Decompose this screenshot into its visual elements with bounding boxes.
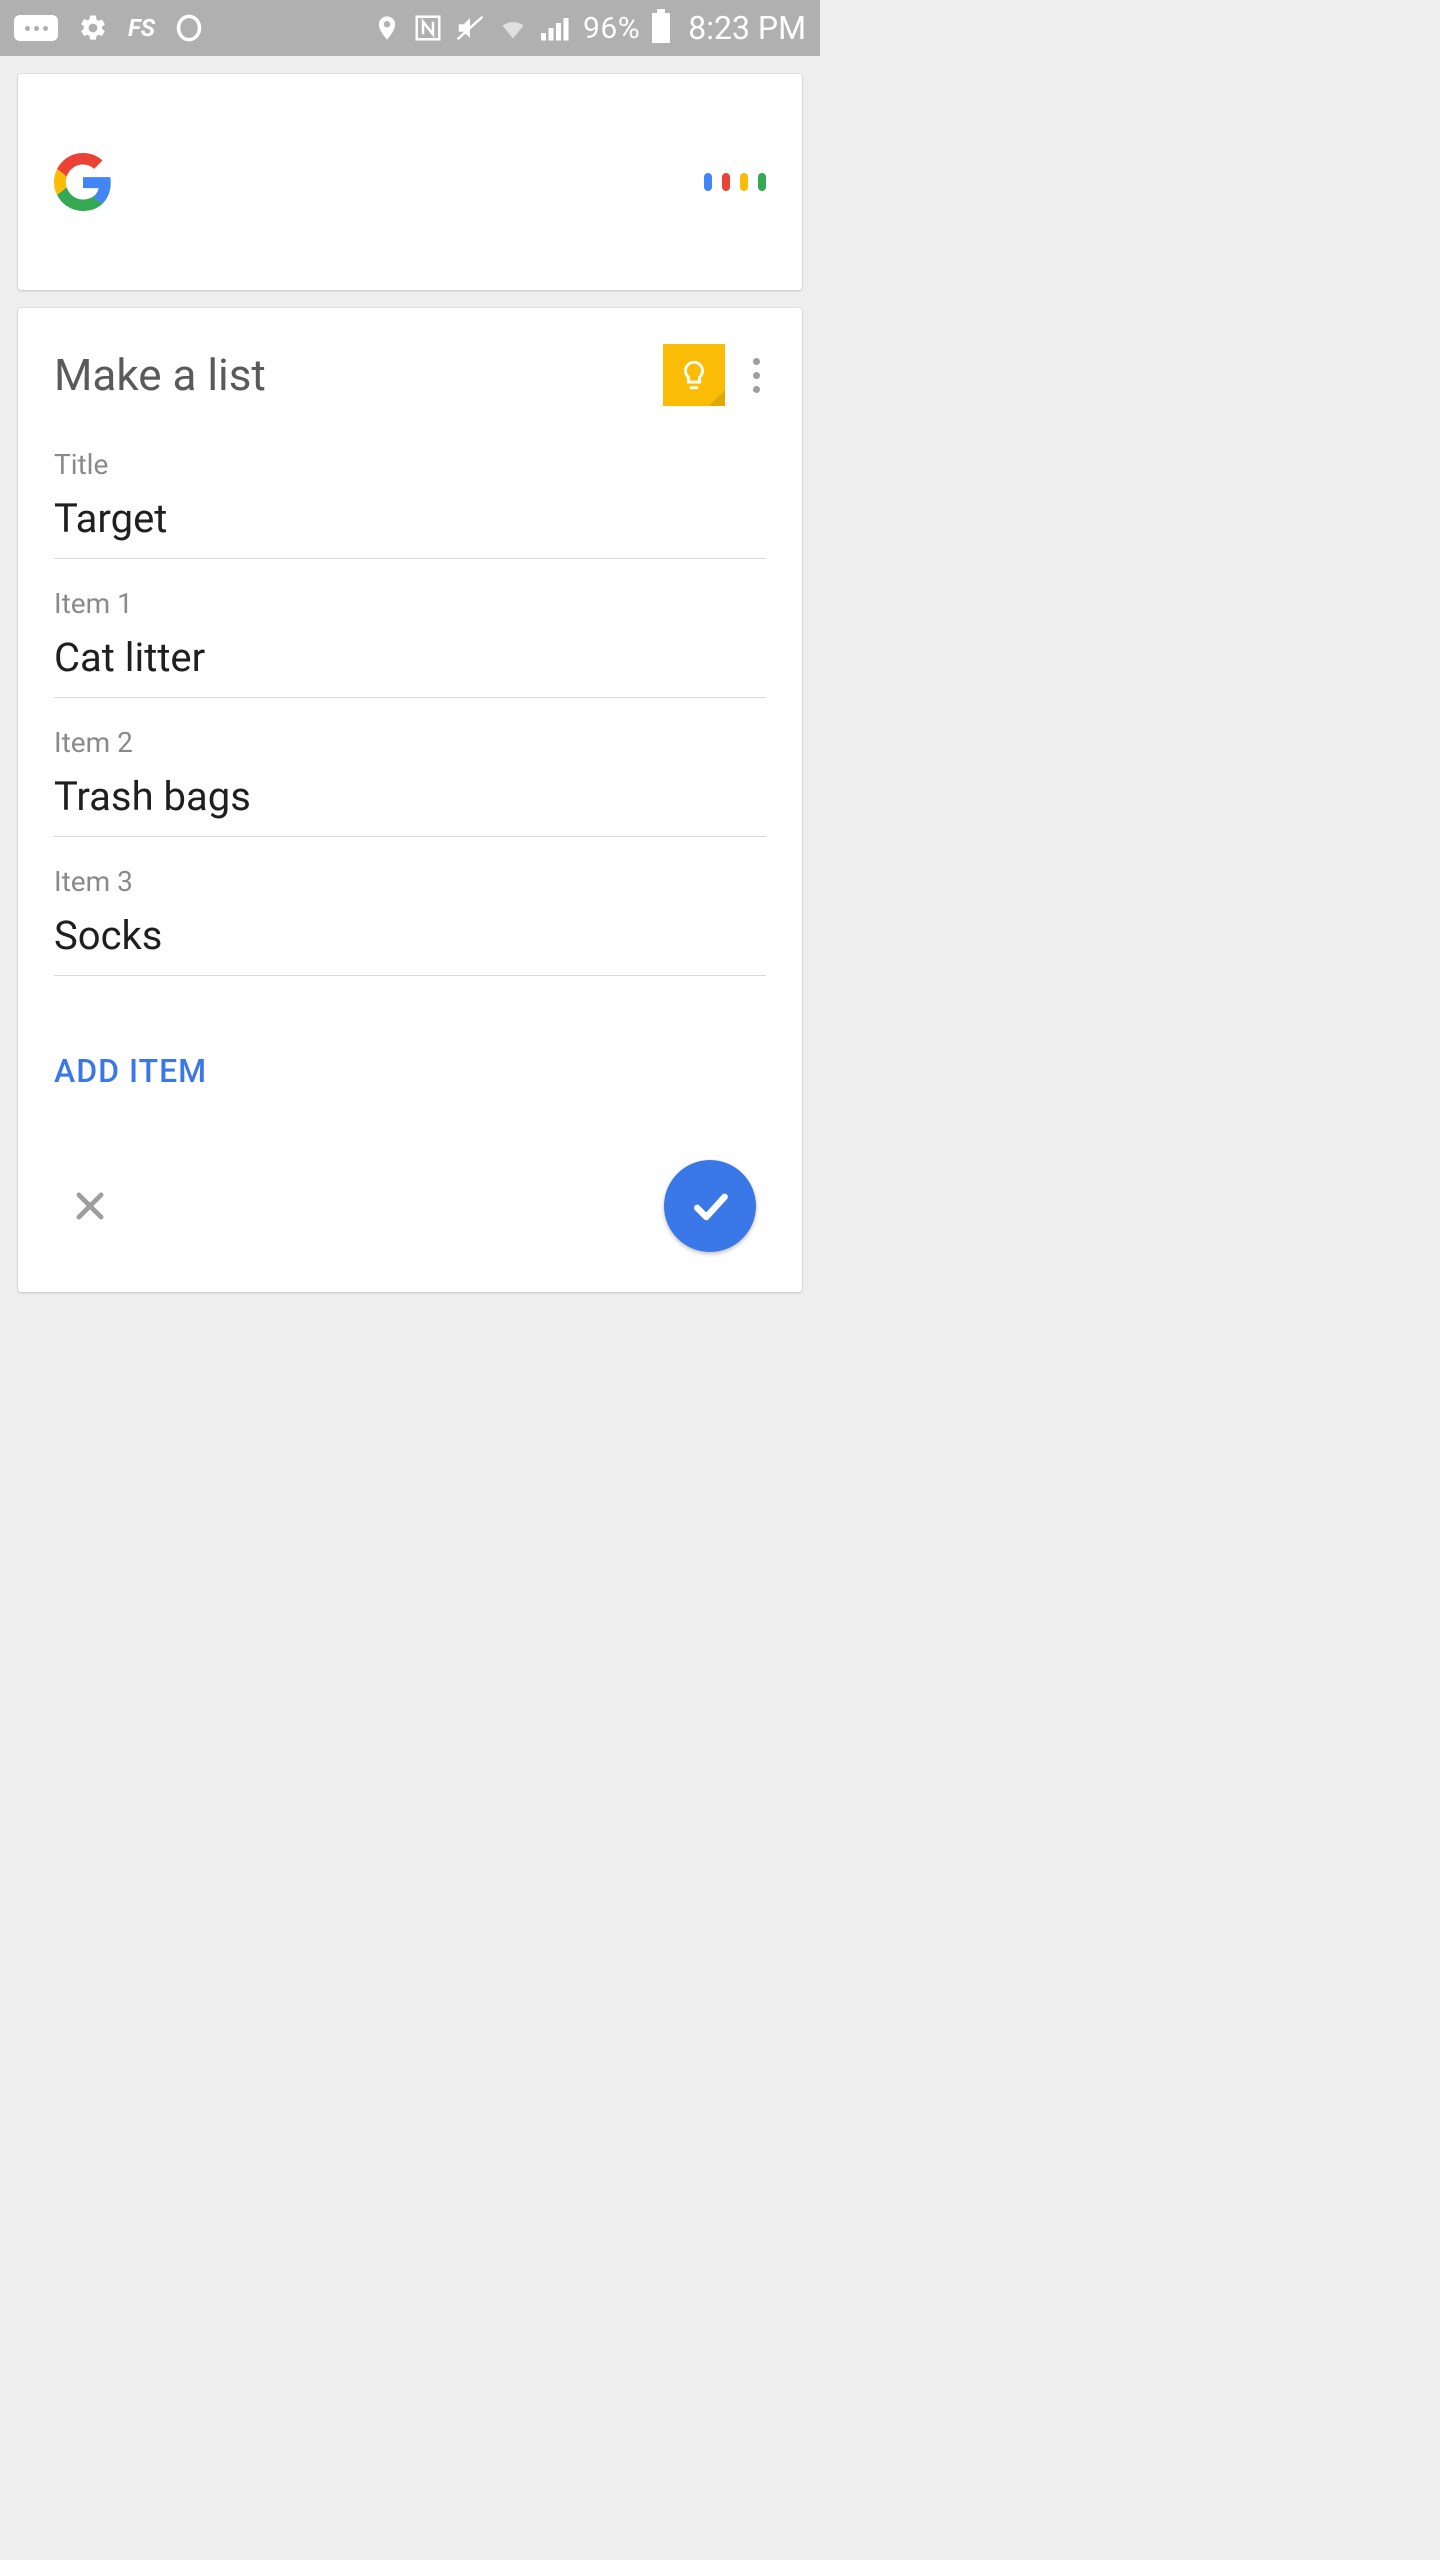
checkmark-icon — [688, 1184, 732, 1228]
title-field-label: Title — [54, 448, 766, 481]
make-a-list-card: Make a list Title Item 1 Item 2 Item 3 A… — [18, 308, 802, 1292]
item-1-input[interactable] — [54, 630, 766, 698]
item-1-label: Item 1 — [54, 587, 766, 620]
cancel-button[interactable] — [64, 1180, 116, 1232]
voice-search-icon[interactable] — [704, 173, 766, 191]
item-2-label: Item 2 — [54, 726, 766, 759]
list-card-actions — [54, 1160, 766, 1252]
fs-icon: FS — [128, 14, 155, 42]
title-field: Title — [54, 448, 766, 559]
google-keep-icon[interactable] — [663, 344, 725, 406]
item-1-field: Item 1 — [54, 587, 766, 698]
item-3-input[interactable] — [54, 908, 766, 976]
close-icon — [71, 1187, 109, 1225]
list-card-heading: Make a list — [54, 349, 266, 401]
location-pin-icon — [373, 12, 401, 44]
wifi-icon — [497, 14, 529, 42]
nfc-icon — [413, 13, 443, 43]
title-input[interactable] — [54, 491, 766, 559]
google-search-card[interactable] — [18, 74, 802, 290]
status-bar-left: FS — [14, 13, 203, 43]
item-3-label: Item 3 — [54, 865, 766, 898]
list-card-header-actions — [663, 344, 766, 406]
sound-muted-icon — [455, 13, 485, 43]
item-2-field: Item 2 — [54, 726, 766, 837]
opera-icon — [175, 14, 203, 42]
status-bar-time: 8:23 PM — [688, 9, 806, 47]
add-item-button[interactable]: ADD ITEM — [54, 1052, 207, 1090]
google-logo-icon — [54, 153, 112, 211]
item-2-input[interactable] — [54, 769, 766, 837]
item-3-field: Item 3 — [54, 865, 766, 976]
list-card-header: Make a list — [54, 344, 766, 406]
status-bar: FS 96% 8:23 PM — [0, 0, 820, 56]
battery-percentage: 96% — [583, 11, 640, 46]
confirm-button[interactable] — [664, 1160, 756, 1252]
battery-icon — [652, 13, 670, 43]
notification-badge-icon — [14, 15, 58, 41]
cell-signal-icon — [541, 14, 571, 42]
more-options-icon[interactable] — [747, 352, 766, 399]
status-bar-right: 96% 8:23 PM — [373, 9, 806, 47]
settings-gear-icon — [78, 13, 108, 43]
